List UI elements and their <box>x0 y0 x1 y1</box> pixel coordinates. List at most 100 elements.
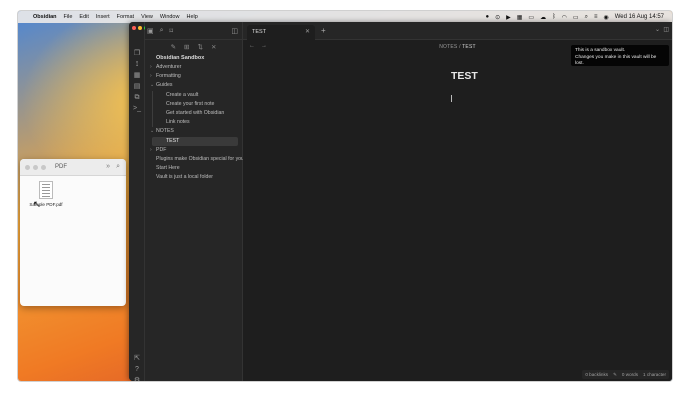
mouse-cursor-icon: ↖ <box>33 199 41 209</box>
breadcrumb-separator: / <box>459 44 461 50</box>
chevron-down-icon[interactable]: ⌄ <box>655 26 660 33</box>
play-icon[interactable]: ▶ <box>506 14 511 21</box>
tree-label: PDF <box>156 146 167 153</box>
grid-icon[interactable]: ▦ <box>517 14 523 21</box>
note-title[interactable]: TEST <box>451 70 478 82</box>
more-icon[interactable]: » <box>106 163 110 171</box>
record-icon[interactable]: ● <box>485 14 489 20</box>
tree-folder[interactable]: ⌄ Guides <box>149 81 242 90</box>
menu-format[interactable]: Format <box>117 14 134 20</box>
tree-file[interactable]: Get started with Obsidian <box>152 108 242 119</box>
zoom-dot[interactable] <box>41 164 46 170</box>
help-icon[interactable]: ? <box>133 366 141 374</box>
bookmark-icon[interactable]: ⌑ <box>170 27 174 35</box>
collapse-icon[interactable]: ⨯ <box>211 43 216 51</box>
chevron-down-icon: ⌄ <box>150 128 155 135</box>
control-center-icon[interactable]: ≡ <box>594 14 598 20</box>
canvas-icon[interactable]: ▦ <box>133 72 141 80</box>
wifi-icon[interactable]: ◠ <box>562 14 567 21</box>
minimize-dot[interactable] <box>33 164 38 170</box>
chevron-right-icon: › <box>150 73 152 80</box>
vault-name[interactable]: Obsidian Sandbox <box>149 54 242 63</box>
bluetooth-icon[interactable]: ᛒ <box>552 14 556 20</box>
tree-file[interactable]: Start Here <box>149 164 242 173</box>
desktop: Obsidian File Edit Insert Format View Wi… <box>18 11 672 381</box>
menu-file[interactable]: File <box>64 14 73 20</box>
menu-view[interactable]: View <box>141 14 153 20</box>
settings-icon[interactable]: ⚙ <box>133 377 141 381</box>
tree-label: Guides <box>156 82 173 89</box>
graph-icon[interactable]: ⟟ <box>133 61 141 69</box>
sort-icon[interactable]: ⇅ <box>198 43 203 51</box>
files-icon[interactable]: ❐ <box>133 50 141 58</box>
tree-label: Create your first note <box>166 100 215 107</box>
search-icon[interactable]: ⌕ <box>160 27 164 35</box>
new-tab-button[interactable]: + <box>321 25 326 37</box>
close-dot[interactable] <box>25 164 30 170</box>
search-icon[interactable]: ⌕ <box>116 163 120 171</box>
tree-folder[interactable]: › PDF <box>149 146 242 155</box>
tree-file[interactable]: Create a vault <box>152 90 242 100</box>
file-tree: Obsidian Sandbox › Adventurer › Formatting ⌄… <box>145 54 244 182</box>
siri-icon[interactable]: ◉ <box>603 14 608 21</box>
breadcrumb-folder[interactable]: NOTES <box>439 44 457 50</box>
breadcrumb-note[interactable]: TEST <box>462 44 476 50</box>
menu-edit[interactable]: Edit <box>79 14 88 20</box>
tooltip-line-1: This is a sandbox vault. <box>575 48 626 53</box>
share-icon[interactable]: ⊙ <box>495 14 500 21</box>
sidebar-toggle-icon[interactable]: ◫ <box>231 27 238 35</box>
tree-label: Link notes <box>166 119 190 126</box>
tree-label: Formatting <box>156 73 181 80</box>
menu-window[interactable]: Window <box>160 14 180 20</box>
chevron-right-icon: › <box>150 64 152 70</box>
terminal-icon[interactable]: >_ <box>133 105 141 113</box>
tree-label: Vault is just a local folder <box>156 174 213 181</box>
new-note-icon[interactable]: ✎ <box>171 43 176 51</box>
search-icon[interactable]: ⌕ <box>585 14 588 21</box>
tab-test[interactable]: TEST ✕ <box>247 25 315 40</box>
tree-file[interactable]: Create your first note <box>152 99 242 109</box>
tree-folder[interactable]: ⌄ NOTES <box>149 127 242 136</box>
chevron-right-icon: › <box>150 146 152 153</box>
tree-label: Get started with Obsidian <box>166 109 225 116</box>
tree-label: Start Here <box>156 165 180 172</box>
menu-help[interactable]: Help <box>186 14 197 20</box>
calendar-icon[interactable]: ▤ <box>133 83 141 91</box>
word-count: 0 words <box>621 372 639 377</box>
text-caret[interactable] <box>451 95 452 102</box>
file-explorer: ▣ ⌕ ⌑ ◫ ✎ ⊞ ⇅ ⨯ Obsidian Sandbox › Advent… <box>145 22 244 381</box>
tree-file[interactable]: Link notes <box>152 118 242 128</box>
close-button[interactable] <box>132 26 136 30</box>
tree-file[interactable]: TEST <box>152 136 238 146</box>
chevron-down-icon: ⌄ <box>150 82 155 89</box>
pdf-file-name: Sample PDF.pdf <box>29 202 63 207</box>
folder-icon[interactable]: ▣ <box>147 27 154 35</box>
pdf-file-item[interactable]: Sample PDF.pdf <box>26 181 66 207</box>
new-folder-icon[interactable]: ⊞ <box>184 43 189 51</box>
tab-bar: TEST ✕ + ⌄ ◫ <box>243 22 672 40</box>
menubar-clock[interactable]: Wed 16 Aug 14:57 <box>615 14 664 20</box>
explorer-actions: ✎ ⊞ ⇅ ⨯ <box>145 40 242 54</box>
tree-file[interactable]: Plugins make Obsidian special for you <box>149 155 244 164</box>
cloud-icon[interactable]: ☁ <box>540 14 546 21</box>
menu-app-name[interactable]: Obsidian <box>33 14 57 20</box>
minimize-button[interactable] <box>138 26 142 30</box>
finder-title: PDF <box>55 164 67 170</box>
menu-insert[interactable]: Insert <box>96 14 110 20</box>
right-sidebar-icon[interactable]: ◫ <box>663 26 669 33</box>
copy-icon[interactable]: ⧉ <box>133 94 141 102</box>
edit-icon[interactable]: ✎ <box>613 372 617 378</box>
tree-file[interactable]: Vault is just a local folder <box>149 173 242 182</box>
finder-window: PDF » ⌕ Sample PDF.pdf ↖ <box>20 159 126 306</box>
tree-folder[interactable]: › Adventurer <box>149 63 242 72</box>
tree-label: Create a vault <box>166 91 199 98</box>
close-icon[interactable]: ✕ <box>305 25 310 40</box>
backlinks-count[interactable]: 0 backlinks <box>585 372 608 377</box>
tree-label: Plugins make Obsidian special for you <box>156 155 244 162</box>
status-bar: 0 backlinks ✎ 0 words 1 character <box>582 370 669 379</box>
sandbox-tooltip: This is a sandbox vault. Changes you mak… <box>571 45 669 66</box>
vault-switch-icon[interactable]: ⇱ <box>133 355 141 363</box>
battery-icon[interactable]: ▭ <box>573 14 579 21</box>
tree-folder[interactable]: › Formatting <box>149 72 242 81</box>
cast-icon[interactable]: ▭ <box>528 14 534 21</box>
